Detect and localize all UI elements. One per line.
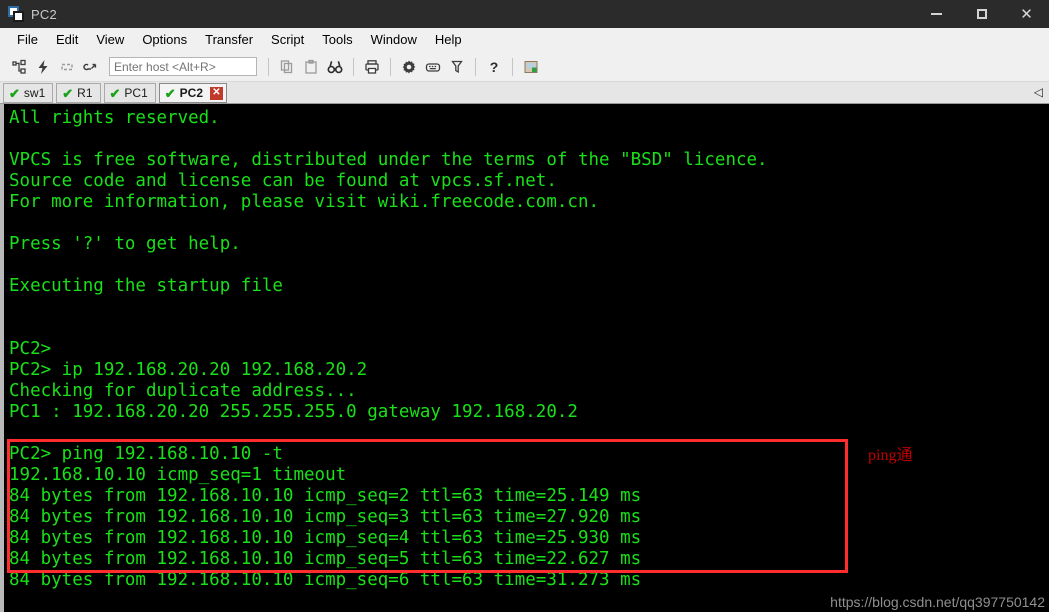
- tab-label: sw1: [23, 86, 46, 100]
- toolbar-separator: [475, 57, 476, 76]
- terminal-line: Executing the startup file: [9, 276, 283, 296]
- close-icon: ✕: [1020, 5, 1033, 23]
- menu-item-tools[interactable]: Tools: [313, 30, 361, 49]
- tab-bar: ✔ sw1 ✔ R1 ✔ PC1 ✔ PC2 ✕ ◁: [0, 82, 1049, 104]
- session-manager-icon[interactable]: [520, 56, 542, 78]
- securecrt-window: PC2 ✕ File Edit View Options Transfer Sc…: [0, 0, 1049, 612]
- terminal-line: 84 bytes from 192.168.10.10 icmp_seq=3 t…: [9, 507, 642, 527]
- menu-item-help[interactable]: Help: [426, 30, 471, 49]
- toolbar-separator: [390, 57, 391, 76]
- menu-item-window[interactable]: Window: [362, 30, 426, 49]
- connected-check-icon: ✔: [9, 85, 20, 101]
- connected-check-icon: ✔: [62, 85, 74, 101]
- find-icon[interactable]: [324, 56, 346, 78]
- host-input[interactable]: [109, 57, 257, 76]
- terminal-line: 84 bytes from 192.168.10.10 icmp_seq=5 t…: [9, 549, 642, 569]
- terminal-line: 84 bytes from 192.168.10.10 icmp_seq=4 t…: [9, 528, 642, 548]
- paste-icon[interactable]: [300, 56, 322, 78]
- menu-item-edit[interactable]: Edit: [47, 30, 87, 49]
- toolbar-separator: [512, 57, 513, 76]
- terminal-line: PC1 : 192.168.20.20 255.255.255.0 gatewa…: [9, 402, 578, 422]
- terminal-line: Press '?' to get help.: [9, 234, 241, 254]
- toolbar-separator: [353, 57, 354, 76]
- menu-item-file[interactable]: File: [8, 30, 47, 49]
- title-bar: PC2 ✕: [0, 0, 1049, 28]
- menu-item-script[interactable]: Script: [262, 30, 313, 49]
- svg-text:?: ?: [490, 59, 499, 75]
- connected-check-icon: ✔: [164, 85, 176, 101]
- terminal-line: 84 bytes from 192.168.10.10 icmp_seq=2 t…: [9, 486, 642, 506]
- copy-icon[interactable]: [276, 56, 298, 78]
- minimize-icon: [931, 13, 942, 15]
- menu-bar: File Edit View Options Transfer Script T…: [0, 28, 1049, 52]
- terminal-line: PC2> ip 192.168.20.20 192.168.20.2: [9, 360, 368, 380]
- help-icon[interactable]: ?: [483, 56, 505, 78]
- terminal-line: VPCS is free software, distributed under…: [9, 150, 768, 170]
- window-controls: ✕: [914, 0, 1049, 28]
- terminal-line: Source code and license can be found at …: [9, 171, 557, 191]
- toolbar: ?: [0, 52, 1049, 82]
- tab-pc1[interactable]: ✔ PC1: [103, 83, 156, 103]
- print-icon[interactable]: [361, 56, 383, 78]
- terminal-line: All rights reserved.: [9, 108, 220, 128]
- connect-session-icon[interactable]: [8, 56, 30, 78]
- session-options-icon[interactable]: [398, 56, 420, 78]
- maximize-icon: [976, 9, 987, 19]
- quick-connect-icon[interactable]: [32, 56, 54, 78]
- ping-annotation-note: ping通: [868, 447, 913, 464]
- menu-item-view[interactable]: View: [87, 30, 133, 49]
- tab-pc2[interactable]: ✔ PC2 ✕: [158, 83, 227, 103]
- terminal-output[interactable]: All rights reserved. VPCS is free softwa…: [5, 104, 1049, 612]
- terminal-line: 84 bytes from 192.168.10.10 icmp_seq=6 t…: [9, 570, 642, 590]
- filter-icon[interactable]: [446, 56, 468, 78]
- terminal-area: All rights reserved. VPCS is free softwa…: [0, 104, 1049, 612]
- connected-check-icon: ✔: [109, 85, 121, 101]
- toolbar-separator: [268, 57, 269, 76]
- tab-close-icon[interactable]: ✕: [210, 86, 223, 100]
- tab-label: PC1: [124, 86, 148, 100]
- cascading-windows-icon: [8, 6, 24, 22]
- reconnect-icon[interactable]: [56, 56, 78, 78]
- watermark: https://blog.csdn.net/qq397750142: [830, 594, 1045, 610]
- disconnect-icon[interactable]: [80, 56, 102, 78]
- terminal-line: 192.168.10.10 icmp_seq=1 timeout: [9, 465, 347, 485]
- tab-scroll-left-icon[interactable]: ◁: [1034, 85, 1043, 99]
- maximize-button[interactable]: [959, 0, 1004, 28]
- tab-label: R1: [77, 86, 93, 100]
- tab-sw1[interactable]: ✔ sw1: [3, 83, 54, 103]
- menu-item-options[interactable]: Options: [133, 30, 196, 49]
- terminal-line: For more information, please visit wiki.…: [9, 192, 600, 212]
- tab-r1[interactable]: ✔ R1: [56, 83, 101, 103]
- window-title: PC2: [31, 6, 57, 22]
- menu-item-transfer[interactable]: Transfer: [196, 30, 262, 49]
- close-button[interactable]: ✕: [1004, 0, 1049, 28]
- keymap-editor-icon[interactable]: [422, 56, 444, 78]
- terminal-line: Checking for duplicate address...: [9, 381, 357, 401]
- minimize-button[interactable]: [914, 0, 959, 28]
- terminal-line: PC2>: [9, 339, 62, 359]
- tab-label: PC2: [179, 86, 203, 100]
